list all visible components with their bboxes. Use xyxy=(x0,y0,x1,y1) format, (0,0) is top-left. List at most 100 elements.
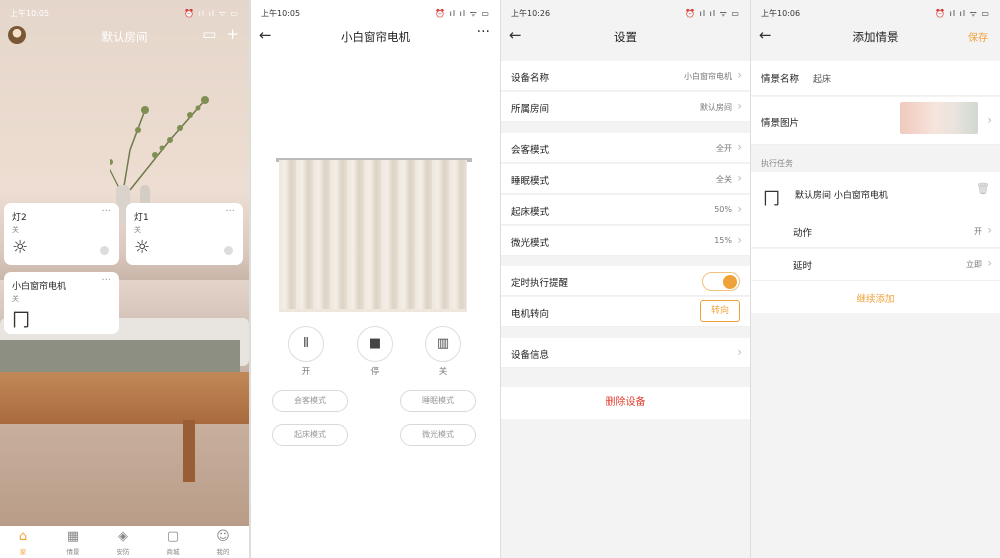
nav-bar: ← 设置 xyxy=(501,24,750,48)
curtain-preview xyxy=(279,160,467,312)
chevron-right-icon: › xyxy=(737,68,742,82)
timer-toggle[interactable] xyxy=(702,272,740,291)
add-icon[interactable]: + xyxy=(226,25,239,43)
open-button[interactable]: ⫴ 开 xyxy=(288,326,324,377)
row-sleep-mode[interactable]: 睡眠模式 全关 › xyxy=(501,164,750,194)
more-icon[interactable]: ··· xyxy=(101,206,111,217)
delete-device-button[interactable]: 删除设备 xyxy=(501,387,750,419)
status-icons: ⏰ ıl ıl ᯤ ▭ xyxy=(184,9,239,18)
status-icons: ⏰ ıl ıl ᯤ ▭ xyxy=(935,9,990,18)
bulb-icon: ☼ xyxy=(134,237,151,258)
nav-bar: ← 添加情景 保存 xyxy=(751,24,1000,48)
device-card-curtain[interactable]: 小白窗帘电机 关 ··· 冂 xyxy=(4,272,119,334)
status-bar: 上午10:05 ⏰ ıl ıl ᯤ ▭ xyxy=(251,6,500,20)
mode-sleep-button[interactable]: 睡眠模式 xyxy=(400,390,476,412)
more-icon[interactable]: ··· xyxy=(101,275,111,286)
row-dim-mode[interactable]: 微光模式 15% › xyxy=(501,226,750,256)
status-time: 上午10:26 xyxy=(511,9,551,18)
status-time: 上午10:06 xyxy=(761,9,801,18)
status-bar: 上午10:26 ⏰ ıl ıl ᯤ ▭ xyxy=(501,6,750,20)
header-actions: ▭ + xyxy=(192,25,239,43)
device-name: 小白窗帘电机 xyxy=(12,282,67,292)
add-scene-screen: 上午10:06 ⏰ ıl ıl ᯤ ▭ ← 添加情景 保存 情景名称 起床 情景… xyxy=(751,0,1000,558)
scene-image-row[interactable]: 情景图片 › xyxy=(751,97,1000,145)
nav-bar: ← 小白窗帘电机 ··· xyxy=(251,24,500,48)
shop-icon: ▢ xyxy=(166,529,180,544)
close-curtain-icon: ▥ xyxy=(425,326,461,362)
task-item: 冂 默认房间 小白窗帘电机 🗑 xyxy=(751,172,1000,216)
add-more-button[interactable]: 继续添加 xyxy=(751,291,1000,305)
toggle-knob xyxy=(723,275,737,289)
more-icon[interactable]: ··· xyxy=(225,206,235,217)
home-icon: ⌂ xyxy=(18,529,28,544)
bulb-icon: ☼ xyxy=(12,237,29,258)
curtain-icon: 冂 xyxy=(763,189,780,209)
trash-icon[interactable]: 🗑 xyxy=(976,182,990,195)
stop-icon: ■ xyxy=(357,326,393,362)
more-icon[interactable]: ··· xyxy=(477,24,490,40)
chevron-right-icon: › xyxy=(737,99,742,113)
stop-button[interactable]: ■ 停 xyxy=(357,326,393,377)
mode-dim-button[interactable]: 微光模式 xyxy=(400,424,476,446)
bed-frame xyxy=(0,372,249,424)
tab-security[interactable]: ◈ 安防 xyxy=(103,529,143,556)
user-icon: ☺ xyxy=(216,529,230,544)
open-icon: ⫴ xyxy=(288,326,324,362)
row-timer-reminder: 定时执行提醒 xyxy=(501,266,750,296)
row-motor-direction: 电机转向 转向 xyxy=(501,297,750,327)
status-icons: ⏰ ıl ıl ᯤ ▭ xyxy=(435,9,490,18)
message-icon[interactable]: ▭ xyxy=(202,25,216,43)
power-toggle[interactable] xyxy=(100,246,109,255)
row-device-name[interactable]: 设备名称 小白窗帘电机 › xyxy=(501,61,750,91)
scene-icon: ▦ xyxy=(66,529,80,544)
chevron-right-icon: › xyxy=(737,233,742,247)
chevron-right-icon: › xyxy=(737,171,742,185)
add-more-row: 继续添加 xyxy=(751,281,1000,313)
tab-me[interactable]: ☺ 我的 xyxy=(203,529,243,556)
page-title: 小白窗帘电机 xyxy=(341,30,410,44)
save-button[interactable]: 保存 xyxy=(968,29,988,44)
chevron-right-icon: › xyxy=(737,140,742,154)
action-row[interactable]: 动作 开 › xyxy=(751,216,1000,248)
scene-name-value[interactable]: 起床 xyxy=(813,72,831,85)
tab-mall[interactable]: ▢ 商城 xyxy=(153,529,193,556)
row-wake-mode[interactable]: 起床模式 50% › xyxy=(501,195,750,225)
device-name: 灯2 xyxy=(12,213,27,223)
home-screen: 上午10:05 ⏰ ıl ıl ᯤ ▭ 默认房间 ▭ + 灯2 关 ··· ☼ 灯… xyxy=(0,0,249,558)
task-section-label: 执行任务 xyxy=(761,159,793,168)
settings-screen: 上午10:26 ⏰ ıl ıl ᯤ ▭ ← 设置 设备名称 小白窗帘电机 › 所属房… xyxy=(501,0,750,558)
row-guest-mode[interactable]: 会客模式 全开 › xyxy=(501,133,750,163)
power-toggle[interactable] xyxy=(224,246,233,255)
row-device-info[interactable]: 设备信息 › xyxy=(501,338,750,368)
chevron-right-icon: › xyxy=(737,202,742,216)
scene-image-thumbnail xyxy=(900,102,978,134)
row-room[interactable]: 所属房间 默认房间 › xyxy=(501,92,750,122)
status-icons: ⏰ ıl ıl ᯤ ▭ xyxy=(685,9,740,18)
status-time: 上午10:05 xyxy=(10,9,50,18)
device-state: 关 xyxy=(12,226,19,234)
status-time: 上午10:05 xyxy=(261,9,301,18)
chevron-right-icon: › xyxy=(987,223,992,237)
device-card-light1[interactable]: 灯1 关 ··· ☼ xyxy=(126,203,243,265)
chevron-right-icon: › xyxy=(737,345,742,359)
task-title: 默认房间 小白窗帘电机 xyxy=(795,191,888,201)
page-title: 添加情景 xyxy=(852,30,899,44)
tab-home[interactable]: ⌂ 家 xyxy=(3,529,43,556)
bed-leg xyxy=(183,420,195,482)
reverse-button[interactable]: 转向 xyxy=(700,300,740,322)
mode-wake-button[interactable]: 起床模式 xyxy=(272,424,348,446)
scene-name-row[interactable]: 情景名称 起床 xyxy=(751,61,1000,96)
curtain-icon: 冂 xyxy=(12,310,30,331)
status-bar: 上午10:05 ⏰ ıl ıl ᯤ ▭ xyxy=(0,6,249,20)
status-bar: 上午10:06 ⏰ ıl ıl ᯤ ▭ xyxy=(751,6,1000,20)
device-name: 灯1 xyxy=(134,213,149,223)
device-card-light2[interactable]: 灯2 关 ··· ☼ xyxy=(4,203,119,265)
mode-guest-button[interactable]: 会客模式 xyxy=(272,390,348,412)
close-button[interactable]: ▥ 关 xyxy=(425,326,461,377)
delay-row[interactable]: 延时 立即 › xyxy=(751,249,1000,281)
shield-icon: ◈ xyxy=(118,529,128,544)
tab-scene[interactable]: ▦ 情景 xyxy=(53,529,93,556)
chevron-right-icon: › xyxy=(987,256,992,270)
page-title: 设置 xyxy=(614,30,637,44)
chevron-right-icon: › xyxy=(987,113,992,127)
